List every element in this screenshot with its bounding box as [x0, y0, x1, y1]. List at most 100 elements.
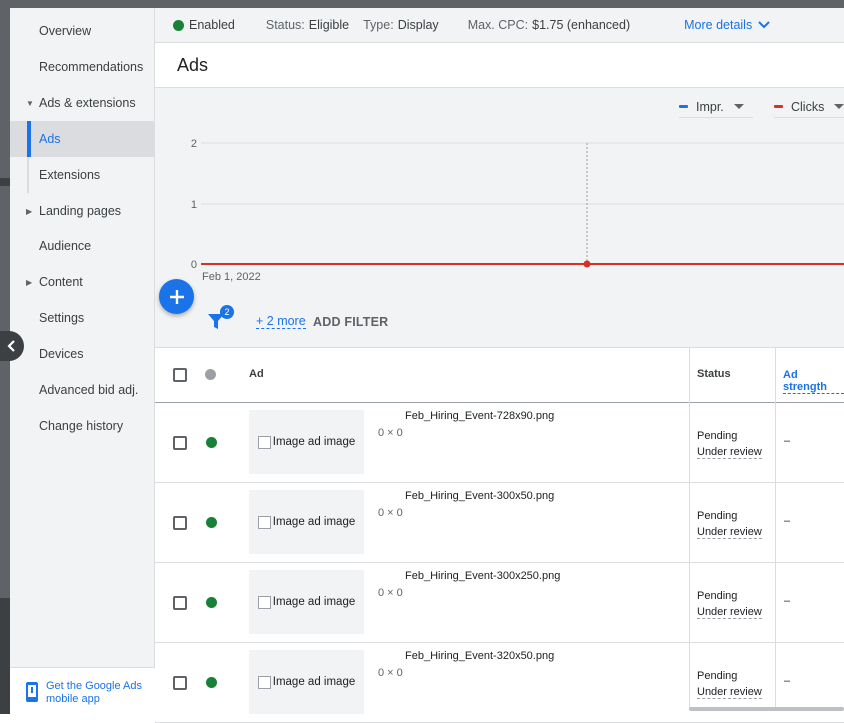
row-checkbox[interactable]	[173, 596, 187, 610]
ad-column-header[interactable]: Ad	[249, 368, 264, 380]
ad-strength-value: –	[784, 435, 791, 447]
nav-content[interactable]: ▶ Content	[10, 264, 155, 300]
select-all-checkbox[interactable]	[173, 368, 187, 382]
table-header: Ad Status Ad strength	[155, 348, 844, 403]
chevron-left-icon	[7, 340, 15, 352]
row-checkbox[interactable]	[173, 676, 187, 690]
chart-plot: 2 1 0 Feb 1, 2022	[191, 138, 844, 283]
horizontal-scrollbar[interactable]	[689, 707, 844, 711]
image-alt-text: Image ad image	[272, 516, 356, 528]
status-column-header[interactable]: Status	[697, 368, 731, 380]
status-review[interactable]: Under review	[697, 606, 762, 619]
nav-devices[interactable]: Devices	[10, 336, 155, 372]
y-tick-label: 0	[191, 259, 197, 271]
nav-overview[interactable]: Overview	[10, 13, 155, 49]
ad-dimensions: 0 × 0	[378, 587, 403, 599]
ad-image-thumbnail[interactable]: Image ad image	[249, 650, 364, 714]
image-alt-text: Image ad image	[272, 676, 356, 688]
column-divider	[775, 348, 776, 708]
nav-label: Recommendations	[39, 60, 144, 74]
nav-ads-extensions[interactable]: ▼ Ads & extensions	[10, 85, 155, 121]
more-filters-link[interactable]: + 2 more	[256, 314, 306, 329]
mobile-app-link[interactable]: Get the Google Ads mobile app	[46, 680, 146, 706]
table-row[interactable]: Image ad image Feb_Hiring_Event-728x90.p…	[155, 403, 844, 483]
ad-file-name: Feb_Hiring_Event-320x50.png	[405, 650, 555, 662]
table-row[interactable]: Image ad image Feb_Hiring_Event-300x250.…	[155, 563, 844, 643]
add-ad-fab-button[interactable]	[159, 279, 194, 314]
top-app-bar	[0, 0, 844, 8]
nav-label: Ads	[39, 132, 61, 146]
ad-file-name: Feb_Hiring_Event-300x250.png	[405, 570, 561, 582]
enabled-status-icon[interactable]	[206, 597, 217, 608]
broken-image-icon	[257, 515, 271, 529]
ad-file-name: Feb_Hiring_Event-300x50.png	[405, 490, 555, 502]
nav-label: Content	[39, 275, 83, 289]
ad-dimensions: 0 × 0	[378, 667, 403, 679]
status-line: Pending	[697, 430, 738, 442]
nav-label: Change history	[39, 419, 124, 433]
enabled-status-icon[interactable]	[206, 437, 217, 448]
image-alt-text: Image ad image	[272, 596, 356, 608]
add-filter-button[interactable]: ADD FILTER	[313, 315, 388, 329]
nav-advanced-bid-adj[interactable]: Advanced bid adj.	[10, 372, 155, 408]
y-tick-label: 2	[191, 138, 197, 150]
ad-file-name: Feb_Hiring_Event-728x90.png	[405, 410, 555, 422]
broken-image-icon	[257, 595, 271, 609]
nav-landing-pages[interactable]: ▶ Landing pages	[10, 193, 155, 229]
cpc-value: $1.75 (enhanced)	[532, 18, 631, 32]
nav-change-history[interactable]: Change history	[10, 408, 155, 444]
plus-icon	[169, 289, 184, 304]
main-content: Enabled Status: Eligible Type: Display M…	[155, 8, 844, 723]
ad-status: Pending Under review	[697, 508, 762, 540]
enabled-status-icon[interactable]	[206, 517, 217, 528]
ad-image-thumbnail[interactable]: Image ad image	[249, 490, 364, 554]
enabled-status-icon[interactable]	[206, 677, 217, 688]
nav-label: Landing pages	[39, 204, 122, 218]
y-tick-label: 1	[191, 199, 197, 211]
table-row[interactable]: Image ad image Feb_Hiring_Event-300x50.p…	[155, 483, 844, 563]
chevron-down-icon	[758, 21, 770, 29]
status-column-icon	[205, 369, 216, 380]
row-checkbox[interactable]	[173, 516, 187, 530]
nav-recommendations[interactable]: Recommendations	[10, 49, 155, 85]
ad-strength-value: –	[784, 515, 791, 527]
ad-strength-column-header[interactable]: Ad strength	[783, 369, 844, 394]
status-label: Status:	[265, 18, 305, 32]
ad-status: Pending Under review	[697, 428, 762, 460]
column-divider	[689, 348, 690, 708]
ad-status: Pending Under review	[697, 588, 762, 620]
ad-status: Pending Under review	[697, 668, 762, 700]
nav-extensions[interactable]: Extensions	[10, 157, 155, 193]
nav-settings[interactable]: Settings	[10, 300, 155, 336]
caret-right-icon: ▶	[26, 277, 33, 287]
nav-label: Devices	[39, 347, 84, 361]
ad-dimensions: 0 × 0	[378, 427, 403, 439]
status-line: Pending	[697, 510, 738, 522]
status-review[interactable]: Under review	[697, 446, 762, 459]
page-menu-sidebar: Overview Recommendations ▼ Ads & extensio…	[10, 8, 155, 714]
ad-image-thumbnail[interactable]: Image ad image	[249, 570, 364, 634]
nav-label: Advanced bid adj.	[39, 383, 139, 397]
ad-dimensions: 0 × 0	[378, 507, 403, 519]
caret-right-icon: ▶	[26, 206, 33, 216]
nav-ads[interactable]: Ads	[10, 121, 155, 157]
broken-image-icon	[257, 435, 271, 449]
table-row[interactable]: Image ad image Feb_Hiring_Event-320x50.p…	[155, 643, 844, 723]
row-checkbox[interactable]	[173, 436, 187, 450]
status-value: Eligible	[308, 18, 350, 32]
hover-data-point[interactable]	[583, 260, 591, 268]
type-value: Display	[397, 18, 439, 32]
ad-strength-value: –	[784, 595, 791, 607]
ad-image-thumbnail[interactable]: Image ad image	[249, 410, 364, 474]
status-review[interactable]: Under review	[697, 686, 762, 699]
ad-group-status-bar: Enabled Status: Eligible Type: Display M…	[155, 8, 844, 43]
broken-image-icon	[257, 675, 271, 689]
status-review[interactable]: Under review	[697, 526, 762, 539]
more-details-label: More details	[684, 18, 753, 32]
image-alt-text: Image ad image	[272, 436, 356, 448]
nav-label: Ads & extensions	[39, 96, 136, 110]
nav-audience[interactable]: Audience	[10, 228, 155, 264]
caret-down-icon: ▼	[26, 98, 34, 108]
enabled-label[interactable]: Enabled	[189, 18, 235, 32]
more-details-button[interactable]: More details	[684, 18, 771, 32]
